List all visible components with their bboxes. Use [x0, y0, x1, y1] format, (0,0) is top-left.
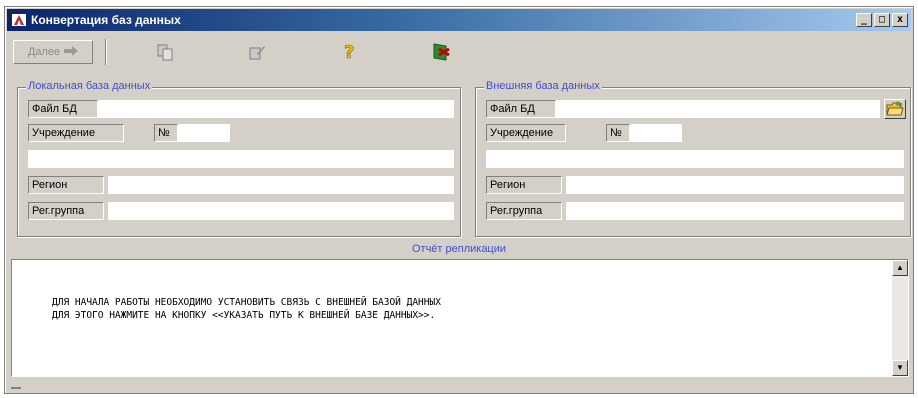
external-file-label: Файл БД — [486, 100, 556, 118]
external-db-legend: Внешняя база данных — [484, 80, 602, 92]
report-vertical-scrollbar[interactable]: ▲ ▼ — [892, 260, 908, 376]
toolbar: Далее ? — [7, 33, 911, 71]
local-region-field[interactable] — [108, 176, 454, 194]
status-grip — [11, 387, 21, 389]
open-folder-icon — [886, 101, 904, 116]
external-file-field[interactable] — [556, 100, 880, 118]
report-line: ДЛЯ НАЧАЛА РАБОТЫ НЕОБХОДИМО УСТАНОВИТЬ … — [52, 297, 441, 308]
local-reg-group-field[interactable] — [108, 202, 454, 220]
svg-text:?: ? — [344, 42, 354, 63]
external-reg-group-label: Рег.группа — [486, 202, 562, 220]
copy-db-icon[interactable] — [153, 40, 177, 64]
local-file-field[interactable] — [98, 100, 454, 118]
local-institution-label: Учреждение — [28, 124, 124, 142]
report-text: ДЛЯ НАЧАЛА РАБОТЫ НЕОБХОДИМО УСТАНОВИТЬ … — [52, 296, 441, 322]
report-line: ДЛЯ ЭТОГО НАЖМИТЕ НА КНОПКУ <<УКАЗАТЬ ПУ… — [52, 310, 436, 321]
external-number-label: № — [606, 124, 630, 142]
report-area[interactable]: ДЛЯ НАЧАЛА РАБОТЫ НЕОБХОДИМО УСТАНОВИТЬ … — [11, 259, 909, 377]
next-arrow-icon — [64, 45, 79, 59]
scroll-up-button[interactable]: ▲ — [892, 260, 908, 276]
external-reg-group-field[interactable] — [566, 202, 904, 220]
edit-db-icon[interactable] — [245, 40, 269, 64]
window-title: Конвертация баз данных — [31, 13, 181, 27]
local-db-legend: Локальная база данных — [26, 80, 153, 92]
browse-button[interactable] — [884, 99, 906, 119]
next-button-label: Далее — [27, 46, 61, 58]
local-number-field[interactable] — [178, 124, 230, 142]
external-region-label: Регион — [486, 176, 562, 194]
local-reg-group-label: Рег.группа — [28, 202, 104, 220]
title-bar[interactable]: Конвертация баз данных _ □ x — [7, 9, 911, 31]
close-button[interactable]: x — [892, 13, 908, 27]
minimize-button[interactable]: _ — [856, 13, 872, 27]
local-db-group: Локальная база данных Файл БД Учреждение… — [17, 80, 461, 237]
next-button[interactable]: Далее — [13, 40, 93, 64]
local-institution-name-field[interactable] — [28, 150, 454, 168]
app-icon — [11, 12, 27, 28]
help-icon[interactable]: ? — [337, 40, 361, 64]
status-bar — [7, 379, 911, 391]
external-number-field[interactable] — [630, 124, 682, 142]
maximize-button[interactable]: □ — [874, 13, 890, 27]
external-institution-label: Учреждение — [486, 124, 566, 142]
toolbar-separator — [105, 39, 107, 65]
scroll-down-button[interactable]: ▼ — [892, 360, 908, 376]
report-title: Отчёт репликации — [411, 243, 507, 255]
external-institution-name-field[interactable] — [486, 150, 904, 168]
external-db-group: Внешняя база данных Файл БД Учреждение №… — [475, 80, 911, 237]
exit-icon[interactable] — [429, 40, 453, 64]
converter-window: Конвертация баз данных _ □ x Далее ? Лок… — [4, 6, 914, 394]
external-region-field[interactable] — [566, 176, 904, 194]
local-file-label: Файл БД — [28, 100, 98, 118]
local-region-label: Регион — [28, 176, 104, 194]
local-number-label: № — [154, 124, 178, 142]
